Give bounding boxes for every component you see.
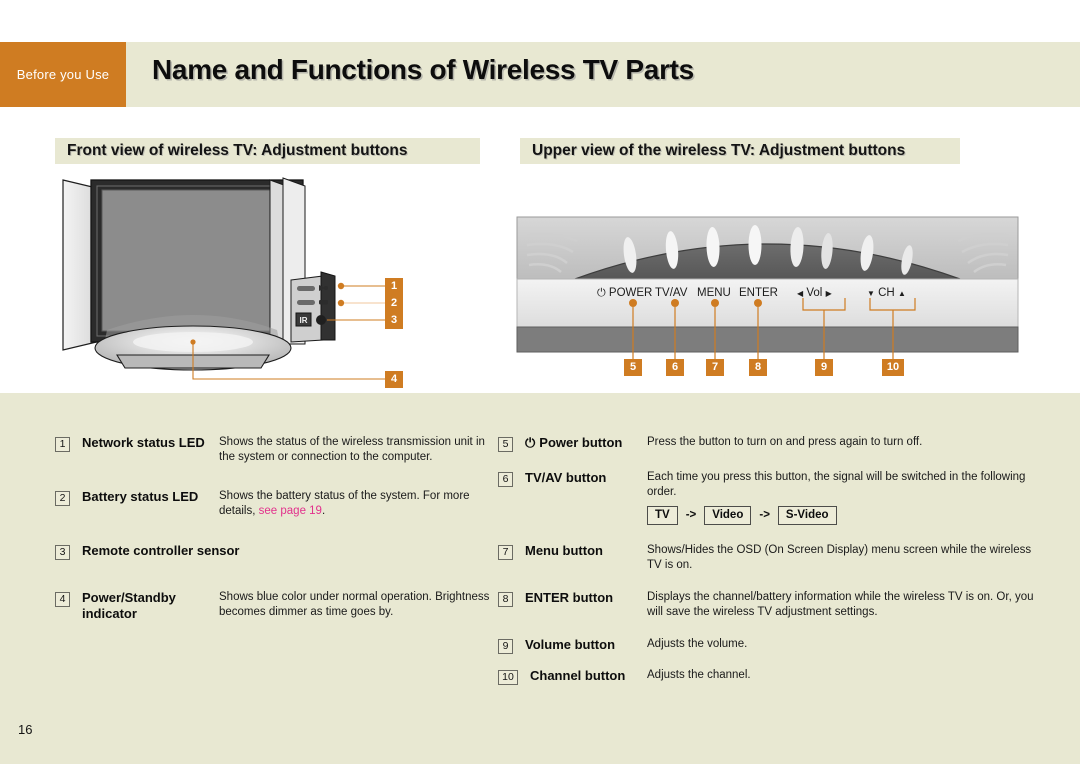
svg-text:IR: IR <box>300 316 308 325</box>
description-number-6: 6 <box>498 472 513 487</box>
description-name-9: Volume button <box>525 637 616 652</box>
description-item-2: 2 Battery status LED Shows the battery s… <box>55 489 495 519</box>
section-header-front-view: Front view of wireless TV: Adjustment bu… <box>55 138 480 164</box>
breadcrumb-tab-label: Before you Use <box>16 67 110 82</box>
ir-sensor-badge: IR <box>295 312 312 327</box>
description-name-3: Remote controller sensor <box>82 543 240 558</box>
section-header-front-view-label: Front view of wireless TV: Adjustment bu… <box>67 142 408 159</box>
description-name-2: Battery status LED <box>82 489 199 504</box>
description-list-front-view: 1 Network status LED Shows the status of… <box>55 435 495 622</box>
remote-controller-sensor <box>316 315 326 325</box>
upper-view-power-label: ⏻ POWER <box>597 287 653 299</box>
figure-front-view-tv: IR 1 2 3 4 <box>55 172 475 388</box>
callout-badge-2: 2 <box>385 295 403 312</box>
description-body-1: Shows the status of the wireless transmi… <box>219 436 485 463</box>
description-number-1: 1 <box>55 437 70 452</box>
description-body-2: Shows the battery status of the system. … <box>219 489 495 519</box>
description-name-10: Channel button <box>530 668 626 683</box>
callout-badge-8: 8 <box>749 359 767 376</box>
upper-view-tvav-label: TV/AV <box>655 287 688 299</box>
description-body-5: Press the button to turn on and press ag… <box>647 436 923 448</box>
figure-upper-view-tv: ⏻ POWER TV/AV MENU ENTER ◀ Vol ▶ ▼ CH ▲ … <box>515 215 1020 385</box>
description-name-5-text: Power button <box>539 435 623 450</box>
callout-badge-7: 7 <box>706 359 724 376</box>
description-item-9: 9 Volume button Adjusts the volume. <box>498 637 1043 654</box>
network-status-led <box>297 286 315 291</box>
description-number-5: 5 <box>498 437 513 452</box>
upper-view-menu-label: MENU <box>697 287 731 299</box>
breadcrumb-tab: Before you Use <box>0 42 126 107</box>
description-name-8: ENTER button <box>525 590 614 605</box>
description-body-6: Each time you press this button, the sig… <box>647 470 1043 525</box>
battery-status-led <box>297 300 315 305</box>
section-header-upper-view-label: Upper view of the wireless TV: Adjustmen… <box>532 142 906 159</box>
description-number-3: 3 <box>55 545 70 560</box>
description-item-3: 3 Remote controller sensor <box>55 543 495 560</box>
description-body-7: Shows/Hides the OSD (On Screen Display) … <box>647 544 1032 571</box>
chain-box-video: Video <box>704 506 752 525</box>
description-number-10: 10 <box>498 670 518 685</box>
callout-badge-5: 5 <box>624 359 642 376</box>
vol-right-arrow-icon: ▶ <box>825 289 832 298</box>
description-body-2-pre: Shows the battery status of the system. … <box>219 490 470 517</box>
description-name-5: ⏻ Power button <box>525 435 647 451</box>
description-body-8: Displays the channel/battery information… <box>647 591 1034 618</box>
description-body-6-text: Each time you press this button, the sig… <box>647 471 1026 498</box>
description-item-10: 10 Channel button Adjusts the channel. <box>498 668 1043 685</box>
description-item-4: 4 Power/Standby indicator Shows blue col… <box>55 590 495 622</box>
description-name-4: Power/Standby indicator <box>82 590 176 621</box>
description-item-5: 5 ⏻ Power button Press the button to turn… <box>498 435 1043 452</box>
description-name-7: Menu button <box>525 543 603 558</box>
chain-arrow-1: -> <box>685 509 697 521</box>
callout-badge-1: 1 <box>385 278 403 295</box>
section-header-upper-view: Upper view of the wireless TV: Adjustmen… <box>520 138 960 164</box>
description-name-1: Network status LED <box>82 435 205 450</box>
description-body-2-post: . <box>321 505 326 517</box>
chain-box-tv: TV <box>647 506 678 525</box>
ch-down-arrow-icon: ▼ <box>867 289 875 298</box>
front-view-tv-illustration: IR <box>62 177 385 380</box>
power-standby-indicator <box>190 339 196 345</box>
description-name-6: TV/AV button <box>525 470 607 485</box>
vol-left-arrow-icon: ◀ <box>797 289 804 298</box>
callout-badge-10: 10 <box>882 359 904 376</box>
description-number-4: 4 <box>55 592 70 607</box>
callout-badge-6: 6 <box>666 359 684 376</box>
see-page-link[interactable]: see page 19 <box>259 505 322 517</box>
description-number-9: 9 <box>498 639 513 654</box>
description-item-7: 7 Menu button Shows/Hides the OSD (On Sc… <box>498 543 1043 573</box>
description-number-2: 2 <box>55 491 70 506</box>
page-number: 16 <box>18 722 33 737</box>
upper-view-tv-illustration <box>516 216 1019 363</box>
description-item-6: 6 TV/AV button Each time you press this … <box>498 470 1043 525</box>
description-list-upper-view: 5 ⏻ Power button Press the button to turn… <box>498 435 1043 685</box>
front-control-pod: IR <box>290 271 336 343</box>
chain-box-svideo: S-Video <box>777 506 837 525</box>
description-number-8: 8 <box>498 592 513 607</box>
description-item-8: 8 ENTER button Displays the channel/batt… <box>498 590 1043 620</box>
upper-view-enter-label: ENTER <box>739 287 778 299</box>
description-body-9: Adjusts the volume. <box>647 638 748 650</box>
signal-chain: TV -> Video -> S-Video <box>647 506 1043 525</box>
description-number-7: 7 <box>498 545 513 560</box>
page-title: Name and Functions of Wireless TV Parts <box>152 54 694 85</box>
upper-view-volume-label: ◀ Vol ▶ <box>797 287 832 299</box>
callout-badge-4: 4 <box>385 371 403 388</box>
description-body-10: Adjusts the channel. <box>647 669 751 681</box>
power-button-icon: ⏻ <box>525 435 536 450</box>
upper-view-channel-label: ▼ CH ▲ <box>867 287 906 299</box>
description-body-4: Shows blue color under normal operation.… <box>219 591 490 618</box>
callout-badge-9: 9 <box>815 359 833 376</box>
power-icon: ⏻ <box>597 287 606 299</box>
description-item-1: 1 Network status LED Shows the status of… <box>55 435 495 465</box>
callout-badge-3: 3 <box>385 312 403 329</box>
chain-arrow-2: -> <box>759 509 770 521</box>
ch-up-arrow-icon: ▲ <box>897 289 906 298</box>
